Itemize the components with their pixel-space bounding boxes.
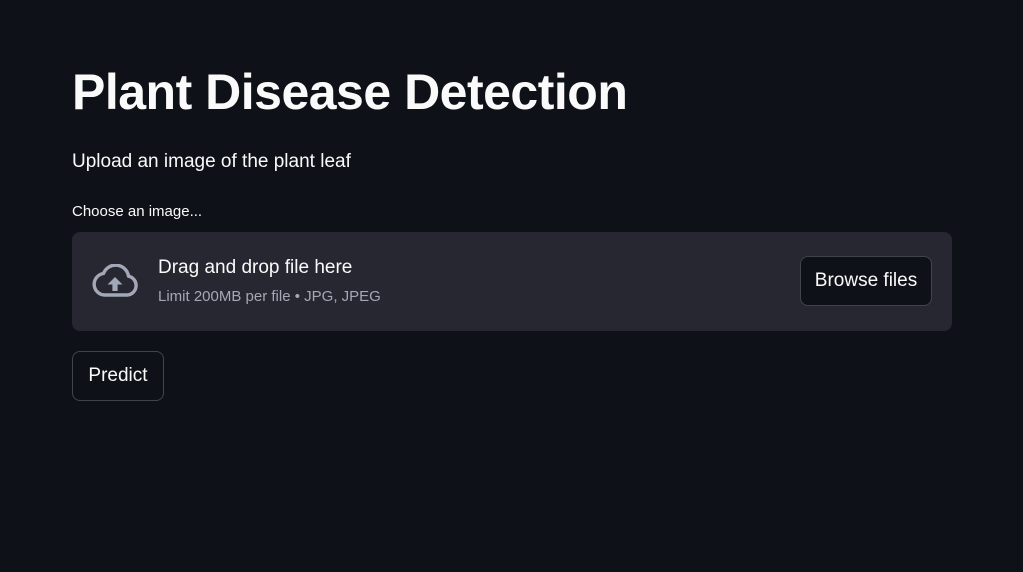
dropzone-limit-text: Limit 200MB per file • JPG, JPEG xyxy=(158,288,381,305)
cloud-upload-icon xyxy=(92,264,138,297)
browse-files-button[interactable]: Browse files xyxy=(800,256,932,306)
dropzone-title: Drag and drop file here xyxy=(158,257,353,278)
page-title: Plant Disease Detection xyxy=(72,64,628,120)
file-dropzone[interactable]: Drag and drop file here Limit 200MB per … xyxy=(72,232,952,331)
dropzone-instructions: Drag and drop file here Limit 200MB per … xyxy=(158,256,381,307)
page-subtitle: Upload an image of the plant leaf xyxy=(72,151,351,172)
file-uploader-label: Choose an image... xyxy=(72,203,203,220)
predict-button[interactable]: Predict xyxy=(72,351,164,401)
